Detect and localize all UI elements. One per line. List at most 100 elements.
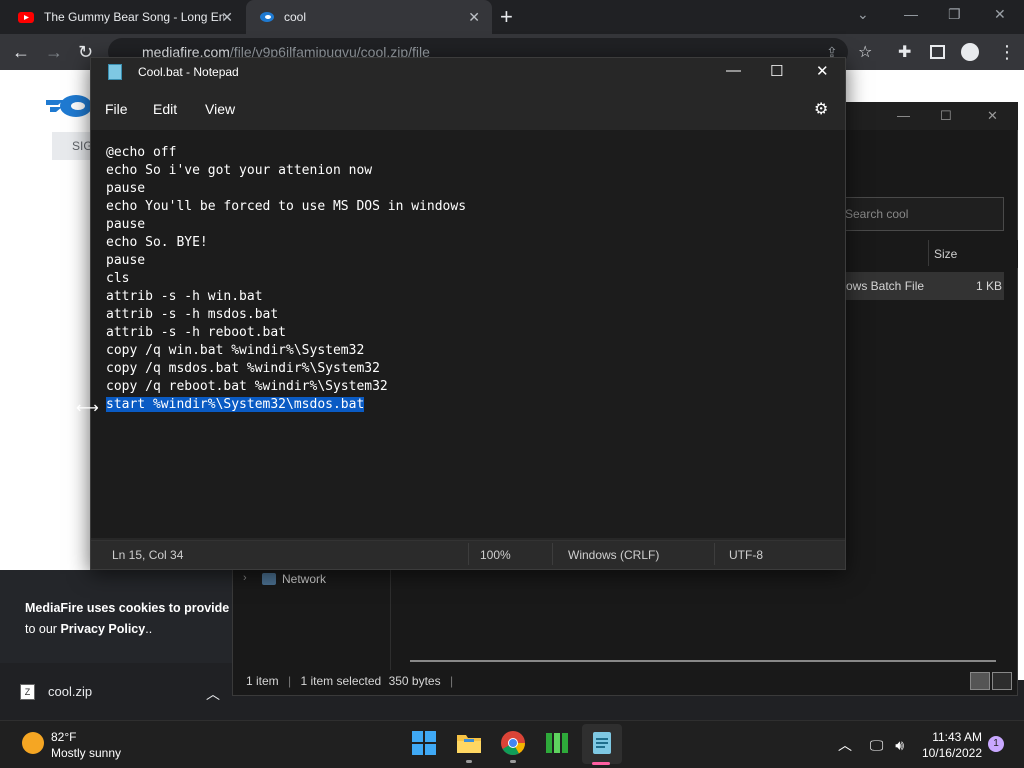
tab-title: cool (284, 10, 307, 24)
notification-badge[interactable]: 1 (988, 736, 1004, 752)
tab-search-chevron-icon[interactable]: ⌄ (857, 6, 869, 23)
explorer-status-bar: 1 item | 1 item selected 350 bytes | (246, 674, 454, 688)
file-size-cell: 1 KB (976, 279, 1003, 293)
weather-description[interactable]: Mostly sunny (51, 746, 121, 760)
editor-line[interactable]: copy /q reboot.bat %windir%\System32 (106, 378, 466, 396)
horizontal-scrollbar[interactable] (410, 660, 996, 662)
menu-view[interactable]: View (205, 101, 235, 117)
cookie-text-prefix: to our (25, 622, 61, 636)
bookmark-star-icon[interactable]: ☆ (858, 42, 872, 62)
editor-line[interactable]: pause (106, 180, 466, 198)
cookie-text: MediaFire uses cookies to provide y (25, 601, 240, 615)
settings-gear-icon[interactable]: ⚙ (814, 99, 828, 119)
volume-icon[interactable]: 🔊︎ (895, 737, 904, 753)
side-panel-icon[interactable] (930, 45, 945, 59)
mediafire-icon (260, 12, 274, 22)
explorer-column-header (846, 240, 1018, 268)
explorer-close-icon[interactable]: ✕ (987, 108, 998, 124)
explorer-maximize-icon[interactable]: ☐ (940, 108, 952, 124)
back-icon[interactable]: ← (12, 42, 30, 63)
editor-line[interactable]: cls (106, 270, 466, 288)
file-explorer-icon[interactable] (456, 730, 482, 756)
weather-temperature[interactable]: 82°F (51, 730, 76, 744)
menu-edit[interactable]: Edit (153, 101, 177, 117)
zoom-level: 100% (480, 548, 511, 562)
encoding: UTF-8 (729, 548, 763, 562)
system-tray: ︿ 🖵 🔊︎ (838, 735, 904, 755)
active-indicator (592, 762, 610, 765)
tab-gummy-bear-song[interactable]: The Gummy Bear Song - Long En ✕ (0, 0, 245, 34)
windows-start-icon[interactable] (411, 730, 437, 756)
editor-line[interactable]: start %windir%\System32\msdos.bat (106, 396, 466, 414)
status-item-count: 1 item (246, 674, 279, 688)
pane-divider[interactable] (390, 570, 391, 670)
details-view-icon[interactable] (970, 672, 990, 690)
privacy-policy-link[interactable]: Privacy Policy (60, 622, 145, 636)
zip-file-icon: Z (20, 684, 35, 700)
profile-avatar[interactable] (961, 43, 979, 61)
explorer-minimize-icon[interactable]: — (897, 108, 910, 123)
forward-icon[interactable]: → (45, 42, 63, 63)
editor-line[interactable]: pause (106, 216, 466, 234)
line-endings: Windows (CRLF) (568, 548, 660, 562)
editor-line[interactable]: attrib -s -h win.bat (106, 288, 466, 306)
menu-kebab-icon[interactable]: ⋮ (998, 42, 1016, 63)
editor-line[interactable]: copy /q msdos.bat %windir%\System32 (106, 360, 466, 378)
close-icon[interactable]: ✕ (816, 62, 829, 80)
editor-line[interactable]: echo So i've got your attenion now (106, 162, 466, 180)
chevron-right-icon[interactable]: › (243, 572, 247, 584)
running-indicator (510, 760, 516, 763)
file-type-cell: ows Batch File (846, 279, 925, 293)
youtube-icon (18, 12, 34, 23)
minecraft-launcher-icon[interactable] (544, 730, 570, 756)
editor-line[interactable]: copy /q win.bat %windir%\System32 (106, 342, 466, 360)
maximize-icon[interactable]: ☐ (770, 62, 783, 80)
network-icon (262, 573, 276, 585)
column-separator[interactable] (928, 240, 929, 266)
cookie-text-suffix: .. (145, 622, 153, 636)
status-selected: 1 item selected (300, 674, 382, 688)
editor-line[interactable]: attrib -s -h msdos.bat (106, 306, 466, 324)
chrome-icon[interactable] (500, 730, 526, 756)
nav-item-network[interactable]: Network (262, 572, 326, 586)
minimize-icon[interactable]: — (726, 62, 741, 79)
window-title: Cool.bat - Notepad (138, 65, 239, 79)
clock-date[interactable]: 10/16/2022 (920, 746, 982, 760)
editor-line[interactable]: @echo off (106, 144, 466, 162)
close-tab-icon[interactable]: ✕ (221, 9, 233, 26)
editor-line[interactable]: pause (106, 252, 466, 270)
resize-cursor-icon: ⟷ (76, 400, 99, 417)
download-filename[interactable]: cool.zip (48, 684, 92, 699)
selected-text[interactable]: start %windir%\System32\msdos.bat (106, 397, 365, 412)
editor-line[interactable]: echo So. BYE! (106, 234, 466, 252)
editor-line[interactable]: attrib -s -h reboot.bat (106, 324, 466, 342)
restore-icon[interactable]: ❐ (948, 6, 961, 23)
cookie-banner: MediaFire uses cookies to provide y to o… (0, 570, 240, 663)
minimize-icon[interactable]: — (904, 6, 918, 22)
notepad-taskbar-icon[interactable] (589, 730, 615, 756)
close-window-icon[interactable]: ✕ (994, 6, 1006, 23)
extensions-icon[interactable]: ✚ (898, 42, 911, 62)
new-tab-button[interactable]: + (500, 4, 513, 30)
tab-cool[interactable]: cool ✕ (246, 0, 492, 34)
weather-sun-icon[interactable] (22, 732, 44, 754)
status-divider (714, 543, 715, 565)
status-divider (468, 543, 469, 565)
network-monitor-icon[interactable]: 🖵 (870, 737, 884, 753)
menu-file[interactable]: File (105, 101, 128, 117)
clock-time[interactable]: 11:43 AM (932, 730, 982, 744)
nav-item-label: Network (282, 572, 327, 586)
status-bytes: 350 bytes (388, 674, 441, 688)
status-divider (552, 543, 553, 565)
chevron-up-icon[interactable]: ︿ (838, 737, 852, 753)
editor-content[interactable]: @echo off echo So i've got your attenion … (106, 144, 466, 414)
cursor-position: Ln 15, Col 34 (112, 548, 184, 562)
editor-line[interactable]: echo You'll be forced to use MS DOS in w… (106, 198, 466, 216)
notepad-icon (108, 64, 122, 80)
mediafire-logo (46, 95, 92, 117)
chevron-up-icon[interactable]: ︿ (206, 684, 220, 704)
tiles-view-icon[interactable] (992, 672, 1012, 690)
size-column-header[interactable]: Size (934, 247, 957, 261)
close-tab-icon[interactable]: ✕ (468, 9, 480, 26)
explorer-search-input[interactable]: Search cool (838, 197, 1004, 231)
